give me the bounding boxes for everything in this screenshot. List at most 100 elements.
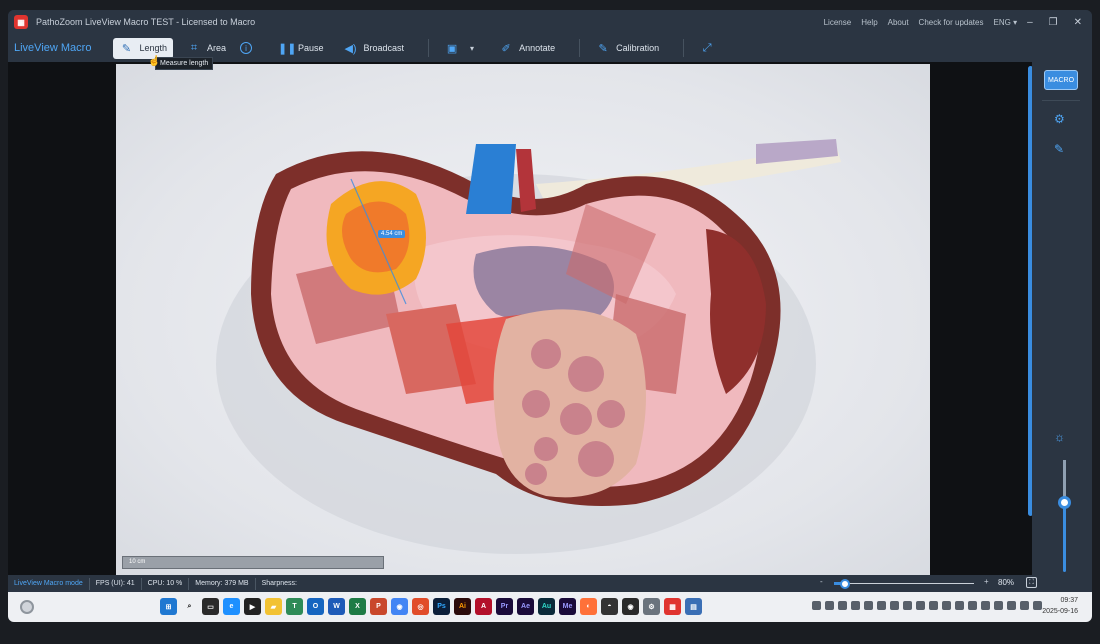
tray-icon[interactable] bbox=[864, 601, 873, 610]
status-sharpness: Sharpness: bbox=[261, 580, 297, 587]
clock-time: 09:37 bbox=[1060, 597, 1078, 604]
app-icon[interactable]: ◓ bbox=[601, 598, 618, 615]
chrome-icon[interactable]: ◉ bbox=[391, 598, 408, 615]
powerpoint-icon[interactable]: P bbox=[370, 598, 387, 615]
calibration-button[interactable]: ✎ Calibration bbox=[590, 38, 665, 59]
minimize-icon[interactable]: – bbox=[1027, 17, 1033, 28]
zoom-value: 80% bbox=[998, 578, 1015, 587]
excel-icon[interactable]: X bbox=[349, 598, 366, 615]
tray-icon[interactable] bbox=[916, 601, 925, 610]
tray-icon[interactable] bbox=[890, 601, 899, 610]
status-mode: LiveView Macro mode bbox=[14, 580, 83, 587]
mouse-cursor-icon: ☝ bbox=[148, 56, 161, 67]
live-view-viewport[interactable]: 4.54 cm 10 cm bbox=[8, 62, 1032, 575]
save-icon: ▣ bbox=[446, 42, 458, 55]
calibration-label: Calibration bbox=[616, 43, 660, 53]
pen-icon[interactable]: ✎ bbox=[1054, 142, 1064, 156]
kidney-model-illustration bbox=[216, 139, 841, 554]
tray-icon[interactable] bbox=[981, 601, 990, 610]
status-fps: FPS (UI): 41 bbox=[95, 580, 135, 587]
scale-bar: 10 cm bbox=[122, 556, 384, 569]
file-explorer-icon[interactable]: ▰ bbox=[265, 598, 282, 615]
brand-title: LiveView Macro bbox=[14, 42, 92, 54]
caret-down-icon: ▾ bbox=[1013, 17, 1018, 27]
megaphone-icon: ◀) bbox=[344, 42, 357, 55]
license-link[interactable]: License bbox=[824, 18, 852, 27]
tray-icon[interactable] bbox=[955, 601, 964, 610]
status-cpu: CPU: 10 % bbox=[147, 580, 183, 587]
info-icon[interactable]: i bbox=[240, 42, 252, 54]
tray-icon[interactable] bbox=[1020, 601, 1029, 610]
chevron-down-icon: ▾ bbox=[470, 43, 475, 53]
pause-label: Pause bbox=[298, 43, 324, 53]
tray-icon[interactable] bbox=[838, 601, 847, 610]
fullscreen-button[interactable]: ⤢ bbox=[694, 38, 720, 59]
tray-icon[interactable] bbox=[942, 601, 951, 610]
tray-icon[interactable] bbox=[929, 601, 938, 610]
pause-icon: ❚❚ bbox=[278, 42, 297, 55]
tray-icon[interactable] bbox=[812, 601, 821, 610]
check-updates-link[interactable]: Check for updates bbox=[919, 18, 984, 27]
gear-icon[interactable]: ⚙ bbox=[1054, 112, 1065, 126]
help-link[interactable]: Help bbox=[861, 18, 877, 27]
task-view-icon[interactable]: ▭ bbox=[202, 598, 219, 615]
toolbar-divider bbox=[579, 39, 581, 57]
tray-icon[interactable] bbox=[1007, 601, 1016, 610]
area-polygon-icon: ⌗ bbox=[190, 41, 198, 54]
illustrator-icon[interactable]: Ai bbox=[454, 598, 471, 615]
brightness-slider-thumb[interactable] bbox=[1058, 496, 1071, 509]
language-dropdown[interactable]: ENG ▾ bbox=[993, 18, 1017, 27]
clock-date: 2025-09-16 bbox=[1042, 608, 1078, 615]
start-icon[interactable]: ⊞ bbox=[160, 598, 177, 615]
settings-icon[interactable]: ⚙ bbox=[643, 598, 660, 615]
annotate-button[interactable]: ✐ Annotate bbox=[493, 38, 561, 59]
macro-button[interactable]: MACRO bbox=[1044, 70, 1078, 90]
tray-icon[interactable] bbox=[877, 601, 886, 610]
pathozoom-icon[interactable]: ▦ bbox=[664, 598, 681, 615]
broadcast-button[interactable]: ◀) Broadcast bbox=[338, 38, 411, 59]
word-icon[interactable]: W bbox=[328, 598, 345, 615]
zoom-out-button[interactable]: - bbox=[820, 577, 823, 586]
about-link[interactable]: About bbox=[888, 18, 909, 27]
premiere-icon[interactable]: Pr bbox=[496, 598, 513, 615]
tray-icon[interactable] bbox=[1033, 601, 1042, 610]
zoom-in-button[interactable]: + bbox=[984, 577, 989, 586]
language-value: ENG bbox=[993, 17, 1011, 27]
zoom-slider[interactable] bbox=[828, 579, 976, 589]
acrobat-icon[interactable]: A bbox=[475, 598, 492, 615]
app-icon[interactable]: ◎ bbox=[412, 598, 429, 615]
length-button[interactable]: ✎ Length bbox=[113, 37, 173, 59]
restore-icon[interactable]: ❐ bbox=[1049, 17, 1058, 28]
audition-icon[interactable]: Au bbox=[538, 598, 555, 615]
area-button[interactable]: ⌗ Area bbox=[181, 38, 232, 59]
fit-screen-icon[interactable]: ⛶ bbox=[1026, 577, 1037, 588]
taskbar-clock[interactable]: 09:37 2025-09-16 bbox=[1042, 595, 1078, 617]
photoshop-icon[interactable]: Ps bbox=[433, 598, 450, 615]
calibration-ruler-icon: ✎ bbox=[598, 42, 608, 55]
tray-icon[interactable] bbox=[903, 601, 912, 610]
brightness-icon: ☼ bbox=[1054, 430, 1065, 444]
firefox-icon[interactable]: ◐ bbox=[580, 598, 597, 615]
edge-icon[interactable]: e bbox=[223, 598, 240, 615]
media-player-icon[interactable]: ▶ bbox=[244, 598, 261, 615]
close-icon[interactable]: ✕ bbox=[1074, 17, 1082, 28]
after-effects-icon[interactable]: Ae bbox=[517, 598, 534, 615]
outlook-icon[interactable]: O bbox=[307, 598, 324, 615]
zoom-slider-thumb[interactable] bbox=[840, 579, 851, 589]
tray-icon[interactable] bbox=[994, 601, 1003, 610]
media-encoder-icon[interactable]: Me bbox=[559, 598, 576, 615]
measure-length-tooltip: Measure length bbox=[155, 57, 214, 70]
tray-icon[interactable] bbox=[825, 601, 834, 610]
windows-taskbar: ⊞ ⌕ ▭ e ▶ ▰ T O W X P ◉ ◎ Ps Ai A Pr Ae … bbox=[8, 592, 1092, 622]
save-dropdown-button[interactable]: ▣ ▾ bbox=[439, 38, 485, 59]
tray-icon[interactable] bbox=[851, 601, 860, 610]
obs-icon[interactable]: ◉ bbox=[622, 598, 639, 615]
search-icon[interactable]: ⌕ bbox=[181, 598, 198, 615]
tray-icon[interactable] bbox=[968, 601, 977, 610]
weather-icon[interactable] bbox=[20, 600, 34, 614]
app-icon[interactable]: ▤ bbox=[685, 598, 702, 615]
measurement-label[interactable]: 4.54 cm bbox=[378, 230, 406, 238]
pause-button[interactable]: ❚❚ Pause bbox=[272, 38, 330, 59]
teams-icon[interactable]: T bbox=[286, 598, 303, 615]
specimen-image[interactable]: 4.54 cm 10 cm bbox=[116, 64, 930, 575]
